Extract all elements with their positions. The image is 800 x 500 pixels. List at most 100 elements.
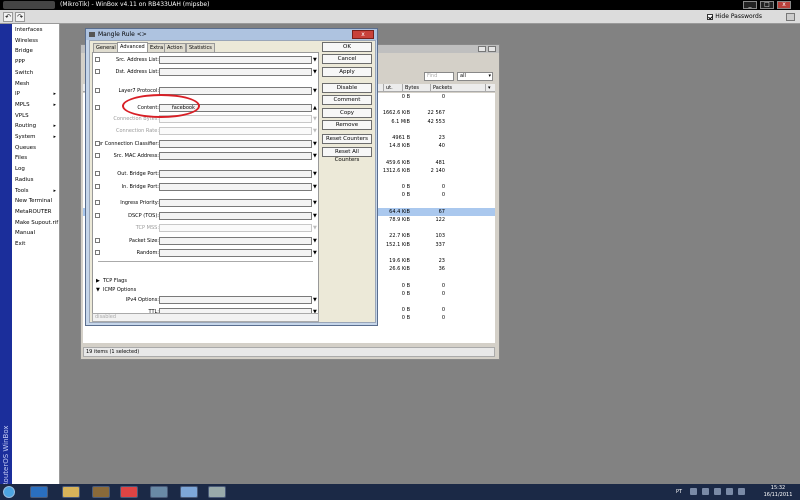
chevron-down-icon[interactable]: ▼ <box>313 170 319 178</box>
menu-item-system[interactable]: System ▸ <box>12 132 60 142</box>
chevron-down-icon[interactable]: ▼ <box>313 296 319 304</box>
apply-button[interactable]: Apply <box>322 67 372 77</box>
ipv4-options-input[interactable] <box>159 296 312 304</box>
dialog-close-button[interactable]: x <box>352 30 374 39</box>
find-input[interactable]: Find <box>424 72 454 81</box>
menu-item-switch[interactable]: Switch <box>12 68 60 78</box>
out-bridge-port-input[interactable] <box>159 170 312 178</box>
winbox-taskbar-icon[interactable] <box>180 486 198 498</box>
close-button[interactable]: x <box>777 1 791 9</box>
col-out-interface[interactable]: ut. Int. <box>383 84 402 99</box>
menu-item-vpls[interactable]: VPLS <box>12 111 60 121</box>
reset-all-counters-button[interactable]: Reset All Counters <box>322 147 372 163</box>
negate-checkbox[interactable] <box>95 171 100 176</box>
volume-icon[interactable] <box>738 488 745 495</box>
menu-item-routing[interactable]: Routing ▸ <box>12 121 60 131</box>
filter-select[interactable]: all ▾ <box>457 72 493 81</box>
tab-statistics[interactable]: Statistics <box>186 43 215 52</box>
column-menu-icon[interactable]: ▾ <box>485 84 495 92</box>
menu-item-radius[interactable]: Radius <box>12 175 60 185</box>
ingress-priority-input[interactable] <box>159 199 312 207</box>
menu-item-queues[interactable]: Queues <box>12 143 60 153</box>
negate-checkbox[interactable] <box>95 250 100 255</box>
dscp-tos-input[interactable] <box>159 212 312 220</box>
section-icmp-options[interactable]: ▼ ICMP Options <box>96 286 136 294</box>
chrome-icon[interactable] <box>120 486 138 498</box>
chevron-down-icon[interactable]: ▲ <box>313 104 319 112</box>
users-icon[interactable] <box>150 486 168 498</box>
tray-icon[interactable] <box>690 488 697 495</box>
negate-checkbox[interactable] <box>95 88 100 93</box>
menu-item-bridge[interactable]: Bridge <box>12 46 60 56</box>
tray-icon[interactable] <box>702 488 709 495</box>
reset-counters-button[interactable]: Reset Counters <box>322 134 372 144</box>
menu-item-wireless[interactable]: Wireless <box>12 36 60 46</box>
menu-item-make-supout-rif[interactable]: Make Supout.rif <box>12 218 60 228</box>
tab-action[interactable]: Action <box>164 43 186 52</box>
hide-passwords-toggle[interactable]: Hide Passwords <box>707 12 762 22</box>
section-tcp-flags[interactable]: ▶ TCP Flags <box>96 277 127 285</box>
chevron-down-icon[interactable]: ▼ <box>313 68 319 76</box>
list-window-close-button[interactable] <box>488 46 496 52</box>
tab-general[interactable]: General <box>93 43 119 52</box>
cancel-button[interactable]: Cancel <box>322 54 372 64</box>
menu-item-log[interactable]: Log <box>12 164 60 174</box>
chevron-down-icon[interactable]: ▼ <box>313 56 319 64</box>
app-taskbar-icon[interactable] <box>208 486 226 498</box>
maximize-button[interactable]: □ <box>760 1 774 9</box>
in-bridge-port-input[interactable] <box>159 183 312 191</box>
hide-passwords-checkbox[interactable] <box>707 13 714 20</box>
col-bytes[interactable]: Bytes <box>402 84 430 92</box>
menu-item-metarouter[interactable]: MetaROUTER <box>12 207 60 217</box>
folder-icon[interactable] <box>62 486 80 498</box>
media-player-icon[interactable] <box>92 486 110 498</box>
comment-button[interactable]: Comment <box>322 95 372 105</box>
tab-advanced[interactable]: Advanced <box>117 42 148 52</box>
disable-button[interactable]: Disable <box>322 83 372 93</box>
list-window-restore-button[interactable] <box>478 46 486 52</box>
ok-button[interactable]: OK <box>322 42 372 52</box>
undo-icon[interactable]: ↶ <box>3 12 13 22</box>
chevron-down-icon[interactable]: ▼ <box>313 183 319 191</box>
negate-checkbox[interactable] <box>95 238 100 243</box>
dst-address-list-input[interactable] <box>159 68 312 76</box>
negate-checkbox[interactable] <box>95 200 100 205</box>
menu-item-ip[interactable]: IP ▸ <box>12 89 60 99</box>
tray-icon[interactable] <box>714 488 721 495</box>
negate-checkbox[interactable] <box>95 141 100 146</box>
menu-item-exit[interactable]: Exit <box>12 239 60 249</box>
packet-size-input[interactable] <box>159 237 312 245</box>
remove-button[interactable]: Remove <box>322 120 372 130</box>
minimize-button[interactable]: _ <box>743 1 757 9</box>
col-packets[interactable]: Packets <box>430 84 460 92</box>
per-connection-classifier-input[interactable] <box>159 140 312 148</box>
language-indicator[interactable]: PT <box>676 487 682 497</box>
clock[interactable]: 15:32 16/11/2011 <box>758 485 798 499</box>
redo-icon[interactable]: ↷ <box>15 12 25 22</box>
chevron-down-icon[interactable]: ▼ <box>313 212 319 220</box>
start-button[interactable] <box>3 486 15 498</box>
chevron-down-icon[interactable]: ▼ <box>313 199 319 207</box>
chevron-down-icon[interactable]: ▼ <box>313 237 319 245</box>
src-address-list-input[interactable] <box>159 56 312 64</box>
random-input[interactable] <box>159 249 312 257</box>
menu-item-manual[interactable]: Manual <box>12 228 60 238</box>
chevron-down-icon[interactable]: ▼ <box>313 87 319 95</box>
chevron-down-icon[interactable]: ▼ <box>313 140 319 148</box>
menu-item-interfaces[interactable]: Interfaces <box>12 25 60 35</box>
negate-checkbox[interactable] <box>95 153 100 158</box>
copy-button[interactable]: Copy <box>322 108 372 118</box>
chevron-down-icon[interactable]: ▼ <box>313 249 319 257</box>
negate-checkbox[interactable] <box>95 105 100 110</box>
menu-item-tools[interactable]: Tools ▸ <box>12 186 60 196</box>
network-icon[interactable] <box>726 488 733 495</box>
negate-checkbox[interactable] <box>95 213 100 218</box>
negate-checkbox[interactable] <box>95 184 100 189</box>
chevron-down-icon[interactable]: ▼ <box>313 152 319 160</box>
internet-explorer-icon[interactable] <box>30 486 48 498</box>
menu-item-files[interactable]: Files <box>12 153 60 163</box>
layer7-protocol-input[interactable] <box>159 87 312 95</box>
src-mac-address-input[interactable] <box>159 152 312 160</box>
menu-item-ppp[interactable]: PPP <box>12 57 60 67</box>
negate-checkbox[interactable] <box>95 57 100 62</box>
